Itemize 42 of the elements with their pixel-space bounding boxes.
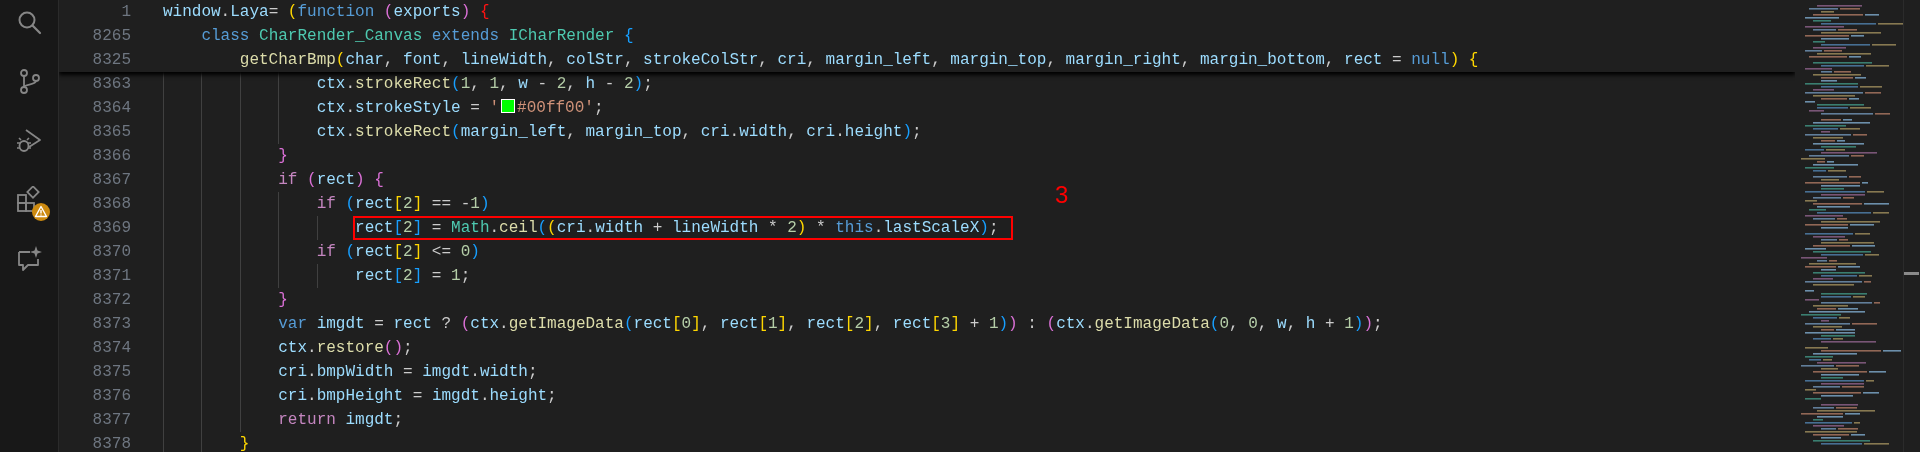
line-number: 8366 <box>91 146 131 167</box>
line-number: 8369 <box>91 218 131 239</box>
code-line: cri.bmpWidth = imgdt.width; <box>278 362 538 383</box>
line-number: 8265 <box>91 26 131 47</box>
line-number: 8374 <box>91 338 131 359</box>
line-number: 1 <box>120 2 131 23</box>
code-line: } <box>239 434 250 452</box>
line-number: 8373 <box>91 314 131 335</box>
line-number: 8365 <box>91 122 131 143</box>
code-line: if (rect) { <box>278 170 384 191</box>
line-number: 8371 <box>91 266 131 287</box>
code-line: ctx.restore(); <box>278 338 413 359</box>
code-line: getCharBmp(char, font, lineWidth, colStr, strokeColStr, cri, margin_left, margin_top, margin_right, margin_bottom, rect = null) { <box>239 50 1479 71</box>
line-number: 8364 <box>91 98 131 119</box>
line-number: 8378 <box>91 434 131 452</box>
chat-sparkle-icon[interactable] <box>15 244 43 272</box>
code-line: rect[2] = 1; <box>355 266 471 287</box>
code-line: } <box>278 146 288 167</box>
code-line: window.Laya= (function (exports) { <box>163 2 490 23</box>
run-debug-icon[interactable] <box>15 126 43 154</box>
line-number: 8363 <box>91 74 131 95</box>
line-number: 8372 <box>91 290 131 311</box>
code-line: ctx.strokeRect(margin_left, margin_top, cri.width, cri.height); <box>316 122 922 143</box>
code-line: ctx.strokeRect(1, 1, w - 2, h - 2); <box>316 74 653 95</box>
code-line: class CharRender_Canvas extends ICharRender { <box>201 26 634 47</box>
line-number: 8377 <box>91 410 131 431</box>
annotation-label: 3 <box>1055 181 1069 209</box>
line-number: 8376 <box>91 386 131 407</box>
line-number: 8367 <box>91 170 131 191</box>
line-number: 8368 <box>91 194 131 215</box>
code-line: if (rect[2] == -1) <box>316 194 490 215</box>
code-line: return imgdt; <box>278 410 404 431</box>
code-line: cri.bmpHeight = imgdt.height; <box>278 386 557 407</box>
color-swatch[interactable] <box>501 99 516 113</box>
line-number: 8370 <box>91 242 131 263</box>
line-number: 8325 <box>91 50 131 71</box>
line-number: 8375 <box>91 362 131 383</box>
code-line: var imgdt = rect ? (ctx.getImageData(rect[0], rect[1], rect[2], rect[3] + 1)) : (ctx.getImageData(0, 0, w, h + 1)); <box>278 314 1383 335</box>
code-line: } <box>278 290 288 311</box>
code-line: ctx.strokeStyle = ' #00ff00'; <box>316 98 604 119</box>
scrollbar[interactable] <box>1903 0 1919 452</box>
code-line: if (rect[2] <= 0) <box>316 242 480 263</box>
